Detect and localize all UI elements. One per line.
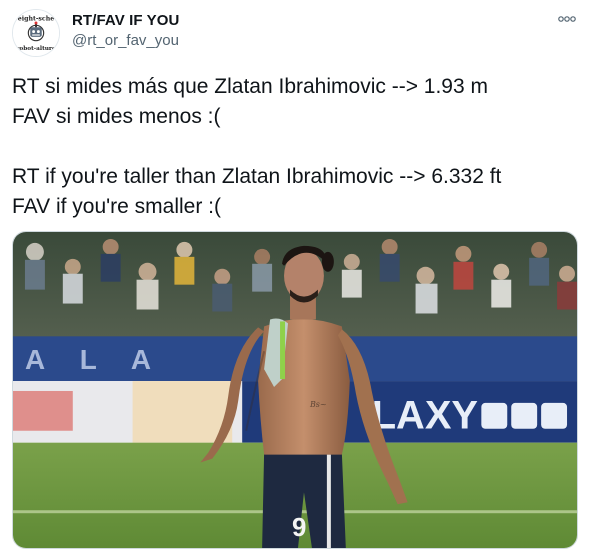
- tweet-text: RT si mides más que Zlatan Ibrahimovic -…: [12, 72, 577, 222]
- photo-player-walking: A L A LAXY 9 Bs~: [13, 232, 577, 548]
- tweet-line: FAV if you're smaller :(: [12, 195, 222, 218]
- tweet-card: eight-sche robot-alture RT/FAV IF YOU @r…: [0, 0, 589, 557]
- stand-text: A L A: [25, 344, 165, 375]
- tweet-line: FAV si mides menos :(: [12, 105, 221, 128]
- tweet-line: RT if you're taller than Zlatan Ibrahimo…: [12, 165, 502, 188]
- avatar[interactable]: eight-sche robot-alture: [12, 9, 60, 57]
- author-name[interactable]: RT/FAV IF YOU: [72, 12, 179, 29]
- avatar-logo-icon: eight-sche robot-alture: [13, 10, 59, 56]
- avatar-top-text: eight-sche: [18, 16, 54, 23]
- tweet-photo[interactable]: A L A LAXY 9 Bs~: [12, 231, 578, 549]
- board-text: LAXY: [372, 394, 478, 438]
- svg-text:Bs~: Bs~: [309, 400, 327, 409]
- author-handle[interactable]: @rt_or_fav_you: [72, 32, 179, 49]
- more-horizontal-icon: [558, 16, 576, 22]
- more-options-button[interactable]: [556, 9, 578, 29]
- avatar-bottom-text: robot-alture: [16, 46, 56, 52]
- tweet-line: RT si mides más que Zlatan Ibrahimovic -…: [12, 75, 488, 98]
- jersey-number: 9: [292, 514, 306, 542]
